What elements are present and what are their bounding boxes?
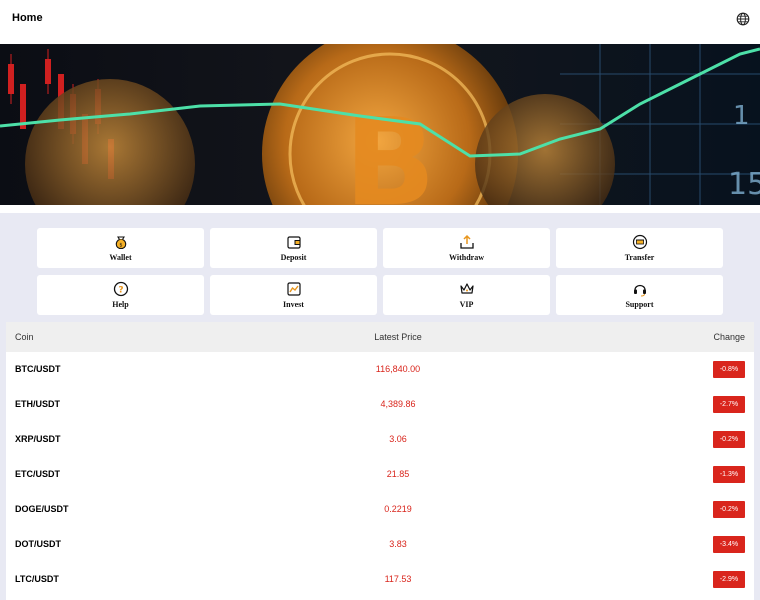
change-badge: -3.4% <box>713 536 745 553</box>
menu-wallet-button[interactable]: $ Wallet <box>37 228 204 268</box>
menu-deposit-button[interactable]: Deposit <box>210 228 377 268</box>
table-row[interactable]: BTC/USDT 116,840.00 -0.8% <box>6 352 754 387</box>
latest-price: 21.85 <box>386 469 410 479</box>
vip-crown-icon <box>460 283 474 294</box>
headset-icon <box>634 284 646 297</box>
table-row[interactable]: ETC/USDT 21.85 -1.3% <box>6 457 754 492</box>
latest-price: 0.2219 <box>384 504 412 514</box>
menu-label: Transfer <box>624 253 655 262</box>
svg-text:15: 15 <box>728 167 760 202</box>
svg-text:?: ? <box>118 286 123 296</box>
menu-label: Support <box>625 300 654 309</box>
menu-vip-button[interactable]: VIP <box>383 275 550 315</box>
help-icon: ? <box>113 281 129 297</box>
market-table: Coin Latest Price Change BTC/USDT 116,84… <box>6 322 754 600</box>
deposit-icon <box>287 236 301 249</box>
menu-label: Invest <box>283 300 304 309</box>
wallet-icon: $ <box>115 236 127 250</box>
divider <box>0 205 760 213</box>
menu-label: Help <box>112 300 129 309</box>
change-badge: -2.9% <box>713 571 745 588</box>
coin-pair: DOT/USDT <box>15 539 61 549</box>
coin-pair: BTC/USDT <box>15 364 61 374</box>
coin-pair: XRP/USDT <box>15 434 61 444</box>
menu-label: VIP <box>459 300 474 309</box>
menu-label: Deposit <box>280 253 307 262</box>
top-bar: Home <box>0 0 760 44</box>
latest-price: 3.83 <box>389 539 407 549</box>
change-badge: -0.8% <box>713 361 745 378</box>
change-badge: -2.7% <box>713 396 745 413</box>
table-header: Coin Latest Price Change <box>6 322 754 352</box>
coin-pair: ETH/USDT <box>15 399 60 409</box>
menu-label: Withdraw <box>449 253 484 262</box>
latest-price: 117.53 <box>384 574 412 584</box>
svg-text:1: 1 <box>733 101 750 131</box>
col-header-change: Change <box>713 332 745 342</box>
change-badge: -0.2% <box>713 501 745 518</box>
globe-icon[interactable] <box>736 12 750 26</box>
col-header-coin: Coin <box>15 332 34 342</box>
withdraw-icon <box>460 234 474 249</box>
coin-pair: ETC/USDT <box>15 469 60 479</box>
invest-icon <box>287 282 301 296</box>
menu-transfer-button[interactable]: Transfer <box>556 228 723 268</box>
table-row[interactable]: ETH/USDT 4,389.86 -2.7% <box>6 387 754 422</box>
menu-help-button[interactable]: ? Help <box>37 275 204 315</box>
menu-label: Wallet <box>109 253 132 262</box>
promo-banner[interactable]: 1 15 B <box>0 44 760 205</box>
transfer-icon <box>632 234 648 250</box>
change-badge: -0.2% <box>713 431 745 448</box>
menu-support-button[interactable]: Support <box>556 275 723 315</box>
table-row[interactable]: LTC/USDT 117.53 -2.9% <box>6 562 754 597</box>
table-row[interactable]: DOGE/USDT 0.2219 -0.2% <box>6 492 754 527</box>
change-badge: -1.3% <box>713 466 745 483</box>
svg-text:B: B <box>344 94 435 205</box>
coin-pair: DOGE/USDT <box>15 504 69 514</box>
page-title: Home <box>12 12 43 24</box>
coin-pair: LTC/USDT <box>15 574 59 584</box>
menu-invest-button[interactable]: Invest <box>210 275 377 315</box>
col-header-price: Latest Price <box>374 332 422 342</box>
table-row[interactable]: XRP/USDT 3.06 -0.2% <box>6 422 754 457</box>
menu-withdraw-button[interactable]: Withdraw <box>383 228 550 268</box>
bitcoin-banner-image: 1 15 B <box>0 44 760 205</box>
svg-text:$: $ <box>119 243 122 249</box>
latest-price: 3.06 <box>389 434 407 444</box>
table-row[interactable]: DOT/USDT 3.83 -3.4% <box>6 527 754 562</box>
latest-price: 4,389.86 <box>380 399 416 409</box>
latest-price: 116,840.00 <box>375 364 421 374</box>
